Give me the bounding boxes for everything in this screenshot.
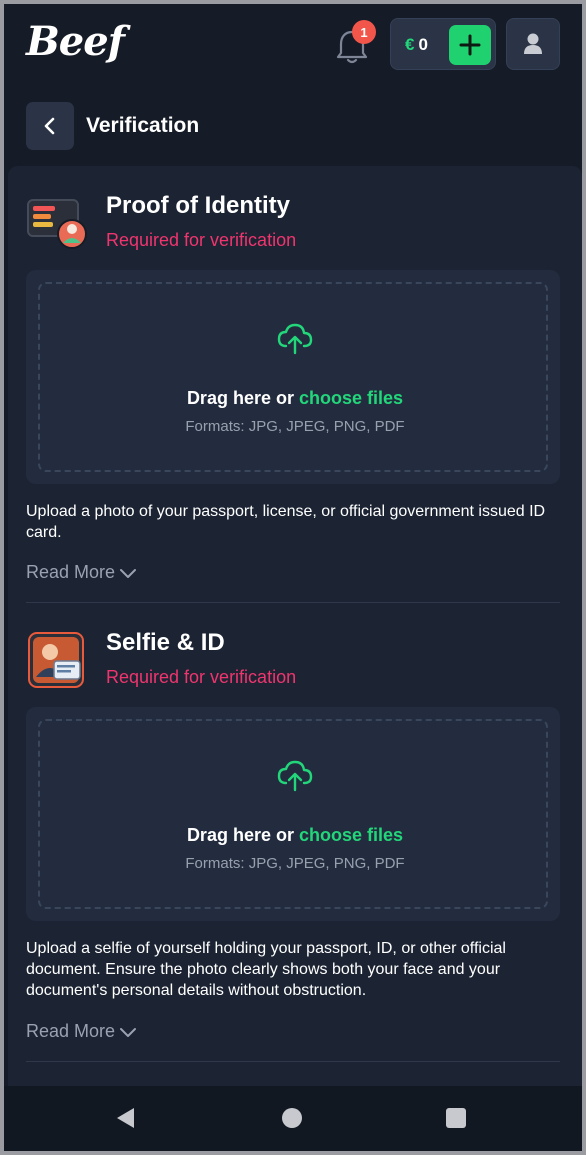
formats-text: Formats: JPG, JPEG, PNG, PDF <box>185 418 405 435</box>
cloud-upload-icon <box>276 759 314 793</box>
verification-panel: Proof of Identity Required for verificat… <box>8 166 582 1096</box>
system-nav-bar <box>4 1086 582 1151</box>
read-more-label: Read More <box>26 562 116 582</box>
id-card-icon <box>26 194 88 252</box>
chevron-left-icon <box>44 117 55 135</box>
section-description: Upload a selfie of yourself holding your… <box>26 940 506 999</box>
section-title: Proof of Identity <box>106 192 290 219</box>
read-more-toggle[interactable]: Read More <box>26 562 137 583</box>
section-title: Selfie & ID <box>106 629 225 656</box>
upload-dropzone[interactable]: Drag here or choose files Formats: JPG, … <box>26 270 560 484</box>
app-frame: Beef 1 €0 Verification Proof of Identity… <box>4 4 582 1151</box>
cloud-upload-icon <box>276 322 314 356</box>
beef-logo[interactable]: Beef <box>26 18 125 65</box>
required-label: Required for verification <box>106 667 297 687</box>
page-title: Verification <box>86 114 200 137</box>
read-more-toggle[interactable]: Read More <box>26 1021 137 1042</box>
balance-amount: 0 <box>418 35 428 54</box>
formats-text: Formats: JPG, JPEG, PNG, PDF <box>185 855 405 872</box>
chevron-down-icon <box>120 1027 137 1037</box>
nav-back-icon[interactable] <box>114 1106 136 1130</box>
wallet-balance[interactable]: €0 <box>390 18 496 70</box>
section-divider <box>26 1061 560 1062</box>
section-divider <box>26 602 560 603</box>
deposit-button[interactable] <box>449 25 491 65</box>
drag-here-text: Drag here or <box>186 388 294 408</box>
notification-badge: 1 <box>352 20 376 44</box>
choose-files-link[interactable]: choose files <box>299 825 403 845</box>
section-description: Upload a photo of your passport, license… <box>26 503 546 541</box>
nav-home-icon[interactable] <box>282 1108 302 1128</box>
top-bar: Beef 1 €0 <box>4 4 582 90</box>
chevron-down-icon <box>120 568 137 578</box>
nav-recents-icon[interactable] <box>446 1108 466 1128</box>
read-more-label: Read More <box>26 1021 116 1041</box>
plus-icon <box>459 34 481 56</box>
selfie-id-icon <box>26 631 88 689</box>
currency-symbol: € <box>405 35 415 54</box>
profile-button[interactable] <box>506 18 560 70</box>
back-button[interactable] <box>26 102 74 150</box>
choose-files-link[interactable]: choose files <box>299 388 403 408</box>
user-icon <box>524 33 542 54</box>
drag-here-text: Drag here or <box>186 825 294 845</box>
upload-dropzone[interactable]: Drag here or choose files Formats: JPG, … <box>26 707 560 921</box>
required-label: Required for verification <box>106 230 297 250</box>
